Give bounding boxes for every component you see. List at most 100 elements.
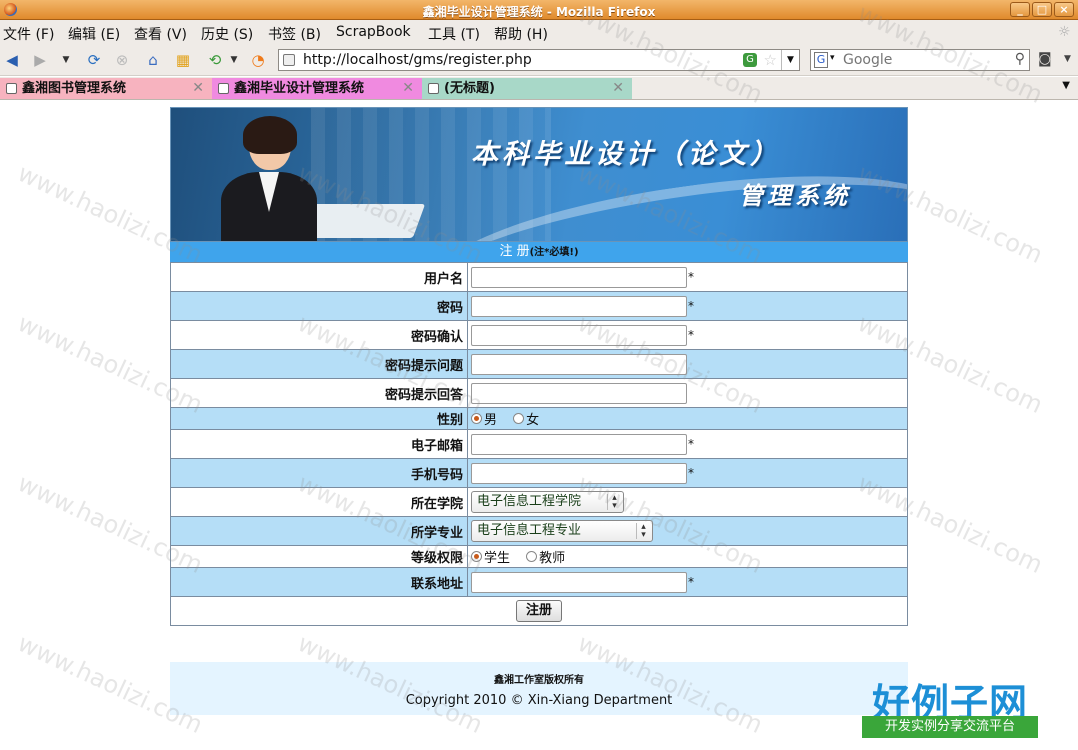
menu-help[interactable]: 帮助 (H) [494,24,548,44]
tab-favicon-icon [218,83,229,94]
row-address: 联系地址 * [170,567,908,597]
apps-grid-icon[interactable]: ▦ [173,50,193,70]
tab-favicon-icon [428,83,439,94]
hint-answer-input[interactable] [471,382,687,404]
row-password-confirm: 密码确认 * [170,320,908,350]
required-mark: * [688,575,694,589]
tab-graduation-system[interactable]: 鑫湘毕业设计管理系统 ✕ [212,78,422,99]
required-mark: * [688,328,694,342]
engine-dropdown-icon[interactable]: ▾ [830,53,835,63]
history-dropdown-icon[interactable]: ▼ [56,50,76,70]
label-address: 联系地址 [170,567,468,597]
label-level: 等级权限 [170,545,468,568]
username-input[interactable] [471,266,687,288]
tab-close-icon[interactable]: ✕ [402,78,414,99]
register-form-header: 注 册(注*必填!) [170,242,908,262]
tab-label: (无标题) [444,81,495,96]
home-icon[interactable]: ⌂ [143,50,163,70]
label-email: 电子邮箱 [170,429,468,459]
screenshot-icon[interactable]: ◙ [1038,51,1052,67]
row-username: 用户名 * [170,262,908,292]
select-arrows-icon: ▴ ▾ [636,523,650,540]
stop-icon[interactable]: ⊗ [112,50,132,70]
tab-close-icon[interactable]: ✕ [612,78,624,99]
hint-question-input[interactable] [471,353,687,375]
address-input[interactable] [471,571,687,593]
tab-label: 鑫湘图书管理系统 [22,81,127,96]
phone-input[interactable] [471,462,687,484]
banner-woman-photo [209,116,319,241]
tab-close-icon[interactable]: ✕ [192,78,204,99]
email-input[interactable] [471,433,687,455]
level-student-label[interactable]: 学生 [484,551,510,566]
label-gender: 性别 [170,407,468,430]
maximize-button[interactable]: □ [1032,2,1052,17]
tab-favicon-icon [6,83,17,94]
window-controls: _ □ × [1010,2,1074,17]
gender-female-radio[interactable] [513,413,525,424]
search-icon[interactable]: ⚲ [1015,51,1025,67]
url-dropdown-icon[interactable]: ▼ [781,50,799,70]
footer-copyright: Copyright 2010 © Xin-Xiang Department [405,693,673,708]
minimize-button[interactable]: _ [1010,2,1030,17]
rss-feed-icon[interactable]: ◔ [248,50,268,70]
tab-bar: 鑫湘图书管理系统 ✕ 鑫湘毕业设计管理系统 ✕ (无标题) ✕ [0,77,1078,100]
menu-edit[interactable]: 编辑 (E) [68,24,120,44]
required-mark: * [688,299,694,313]
search-input[interactable] [843,51,1003,69]
address-url[interactable]: http://localhost/gms/register.php [303,52,532,68]
required-mark: * [688,466,694,480]
translate-icon[interactable]: G [743,53,757,67]
tab-label: 鑫湘毕业设计管理系统 [234,81,365,96]
college-select[interactable]: 电子信息工程学院 ▴ ▾ [471,491,624,513]
haolizi-logo: 好例子网 开发实例分享交流平台 [862,672,1038,742]
address-bar[interactable]: http://localhost/gms/register.php G ☆ ▼ [278,49,800,71]
sync-dropdown-icon[interactable]: ▼ [224,50,244,70]
brand-tagline: 开发实例分享交流平台 [862,716,1038,738]
select-arrows-icon: ▴ ▾ [607,494,621,511]
gender-female-label[interactable]: 女 [526,413,539,428]
register-form-table: 用户名 * 密码 * 密码确认 * 密码提示问题 密码提示回答 性别 男 女 电… [170,262,908,626]
label-hint-question: 密码提示问题 [170,349,468,379]
menu-history[interactable]: 历史 (S) [201,24,253,44]
college-selected-value: 电子信息工程学院 [477,494,582,509]
label-phone: 手机号码 [170,458,468,488]
search-bar[interactable]: G ▾ ⚲ [810,49,1030,71]
level-teacher-radio[interactable] [526,551,538,562]
password-input[interactable] [471,295,687,317]
level-teacher-label[interactable]: 教师 [539,551,565,566]
row-password: 密码 * [170,291,908,321]
major-select[interactable]: 电子信息工程专业 ▴ ▾ [471,520,653,542]
page-footer: 鑫湘工作室版权所有 Copyright 2010 © Xin-Xiang Dep… [170,662,908,715]
gender-male-label[interactable]: 男 [484,413,497,428]
tab-untitled[interactable]: (无标题) ✕ [422,78,632,99]
label-college: 所在学院 [170,487,468,517]
menu-bookmarks[interactable]: 书签 (B) [268,24,321,44]
menu-scrapbook[interactable]: ScrapBook [336,24,411,40]
register-heading: 注 册 [499,244,530,259]
row-email: 电子邮箱 * [170,429,908,459]
reload-icon[interactable]: ⟳ [84,50,104,70]
tab-list-dropdown-icon[interactable]: ▼ [1062,80,1070,91]
footer-owner: 鑫湘工作室版权所有 [494,675,584,686]
menu-tools[interactable]: 工具 (T) [428,24,480,44]
menu-file[interactable]: 文件 (F) [3,24,54,44]
row-college: 所在学院 电子信息工程学院 ▴ ▾ [170,487,908,517]
register-submit-button[interactable]: 注册 [515,600,562,622]
gender-male-radio[interactable] [471,413,482,424]
google-engine-icon[interactable]: G [814,52,828,68]
password-confirm-input[interactable] [471,324,687,346]
page-content: 本科毕业设计（论文） 管理系统 注 册(注*必填!) 用户名 * 密码 * 密码… [0,101,1078,750]
close-window-button[interactable]: × [1054,2,1074,17]
toolbar-overflow-icon[interactable]: ▼ [1064,54,1071,64]
banner-title: 本科毕业设计（论文） [471,139,781,170]
bookmark-star-icon[interactable]: ☆ [764,51,777,69]
label-username: 用户名 [170,262,468,292]
forward-arrow-icon[interactable]: ▶ [30,50,50,70]
level-student-radio[interactable] [471,551,482,562]
tab-library-system[interactable]: 鑫湘图书管理系统 ✕ [0,78,212,99]
register-container: 本科毕业设计（论文） 管理系统 注 册(注*必填!) 用户名 * 密码 * 密码… [170,107,908,626]
back-arrow-icon[interactable]: ◀ [2,50,22,70]
sync-icon[interactable]: ⟲ [205,50,225,70]
menu-view[interactable]: 查看 (V) [134,24,187,44]
